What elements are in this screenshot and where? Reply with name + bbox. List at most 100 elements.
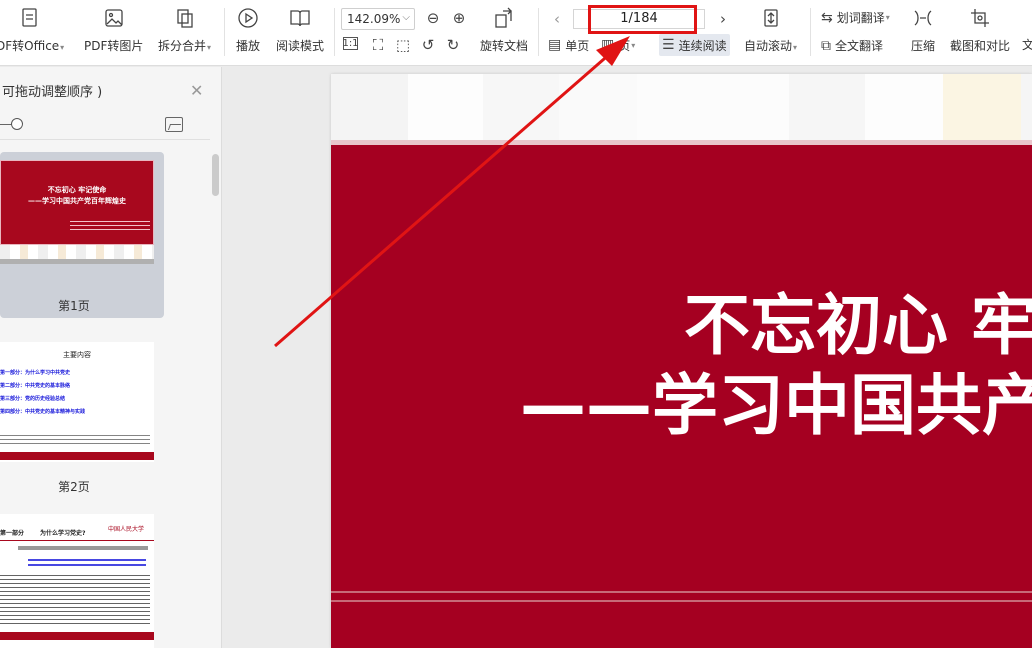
screenshot-compare-button[interactable]: 截图和对比: [950, 7, 1010, 53]
image-icon: [105, 9, 123, 27]
double-page-icon: ▥: [601, 37, 615, 53]
play-button[interactable]: 播放: [236, 7, 260, 53]
continuous-read-button[interactable]: ☰ 连续阅读: [659, 34, 730, 56]
auto-scroll-icon: [763, 9, 778, 27]
thumbnail-page-2[interactable]: 主要内容 第一部分：为什么学习中共党史 第二部分：中共党史的基本脉络 第三部分：…: [0, 334, 164, 498]
screenshot-compare-label: 截图和对比: [950, 39, 1011, 53]
thumbnail-bottom-bar: [0, 452, 154, 460]
close-icon[interactable]: ✕: [190, 81, 203, 100]
thumbnail-small-text: [70, 218, 150, 230]
rotate-doc-button[interactable]: 旋转文档: [480, 7, 528, 53]
divider: [538, 8, 539, 56]
chevron-down-icon: ▾: [793, 43, 798, 52]
thumbnail-item: 第二部分：中共党史的基本脉络: [0, 383, 71, 389]
read-mode-button[interactable]: 阅读模式: [276, 7, 324, 53]
thumbnail-title-1: 不忘初心 牢记使命: [47, 186, 107, 194]
double-page-label: 页: [618, 38, 631, 53]
thumbnail-heading-right: 为什么学习党史?: [40, 530, 86, 537]
fit-page-icon[interactable]: ⛶: [369, 36, 387, 54]
image-icon[interactable]: [165, 117, 183, 132]
single-page-icon: ▤: [548, 37, 562, 53]
zoom-out-icon[interactable]: ⊖: [424, 9, 442, 27]
auto-scroll-label: 自动滚动: [744, 39, 793, 53]
zoom-value: 142.09%: [347, 12, 401, 26]
header-tile: [865, 74, 943, 142]
thumbnail-item: 第四部分：中共党史的基本精神与实践: [0, 409, 86, 415]
pdf-to-office-button[interactable]: DF转Office▾: [0, 7, 64, 55]
chevron-down-icon: ▾: [207, 43, 212, 52]
thumbnail-image: 第一部分 为什么学习党史? 中国人民大学: [0, 514, 154, 648]
more-button[interactable]: 文: [1022, 38, 1032, 52]
thumbnail-label: 第2页: [58, 480, 90, 494]
double-page-button[interactable]: ▥ 页 ▾: [598, 34, 638, 56]
slide-bottom-stripe: [331, 591, 1032, 604]
compress-label: 压缩: [911, 39, 936, 53]
full-translate-icon: ⧉: [821, 37, 831, 54]
thumbnail-size-slider[interactable]: [11, 118, 23, 130]
pdf-to-image-button[interactable]: PDF转图片: [84, 7, 143, 53]
chevron-down-icon: ▾: [885, 13, 890, 22]
pdf-to-office-label: DF转Office: [0, 39, 60, 53]
fit-width-icon[interactable]: ⬚: [394, 36, 412, 54]
slide-title-line-2: ——学习中国共产: [520, 367, 1032, 444]
word-translate-label: 划词翻译: [836, 11, 885, 25]
thumbnail-label: 第1页: [58, 299, 90, 313]
single-page-label: 单页: [565, 38, 590, 53]
slide-title-line-1: 不忘初心 牢: [684, 287, 1032, 364]
thumbnail-logo: 中国人民大学: [108, 526, 145, 533]
thumbnail-pixel-strip: [0, 245, 154, 259]
header-tile: [637, 74, 789, 142]
thumbnail-highlight-text: [28, 556, 146, 566]
header-tile: [559, 74, 637, 142]
thumbnail-body-text: [0, 434, 150, 444]
thumbnail-item: 第一部分：为什么学习中共党史: [0, 370, 71, 376]
thumbnail-item: 第三部分：党的历史经验总结: [0, 396, 66, 402]
header-tile: [408, 74, 483, 142]
play-icon: [238, 8, 258, 28]
compress-icon: [914, 10, 932, 26]
thumbnail-page-1[interactable]: 不忘初心 牢记使命 ——学习中国共产党百年辉煌史 第1页: [0, 152, 164, 318]
chevron-down-icon: ▾: [631, 40, 636, 50]
thumbnail-heading-left: 第一部分: [0, 530, 25, 537]
rotate-doc-label: 旋转文档: [480, 39, 529, 53]
full-translate-button[interactable]: ⧉ 全文翻译: [821, 37, 883, 54]
chevron-down-icon: ⌵: [402, 12, 410, 23]
thumbnail-title-2: ——学习中国共产党百年辉煌史: [28, 197, 126, 205]
sidebar-scrollbar[interactable]: [212, 154, 219, 196]
divider: [224, 8, 225, 56]
prev-page-icon[interactable]: ‹: [548, 10, 566, 28]
thumbnail-body-text: [18, 546, 148, 550]
zoom-select[interactable]: 142.09% ⌵: [341, 8, 415, 30]
thumbnail-bottom-bar: [0, 259, 154, 264]
split-merge-button[interactable]: 拆分合并▾: [158, 7, 211, 55]
continuous-read-label: 连续阅读: [678, 38, 727, 53]
header-tile: [331, 74, 408, 142]
thumbnail-page-3[interactable]: 第一部分 为什么学习党史? 中国人民大学: [0, 511, 164, 648]
zoom-in-icon[interactable]: ⊕: [450, 9, 468, 27]
compress-button[interactable]: 压缩: [911, 7, 935, 53]
thumbnail-sidebar: 可拖动调整顺序 ) ✕ 不忘初心 牢记使命 ——学习中国共产党百年辉煌史 第1页…: [0, 67, 222, 648]
next-page-icon[interactable]: ›: [714, 10, 732, 28]
thumbnail-bottom-bar: [0, 632, 154, 640]
rotate-left-icon[interactable]: ↺: [419, 36, 437, 54]
rotate-right-icon[interactable]: ↻: [444, 36, 462, 54]
single-page-button[interactable]: ▤ 单页: [545, 34, 592, 56]
chevron-down-icon: ▾: [60, 43, 65, 52]
page-indicator-highlight: [588, 5, 697, 34]
sidebar-title: 可拖动调整顺序 ): [2, 85, 103, 100]
auto-scroll-button[interactable]: 自动滚动▾: [744, 7, 797, 55]
word-translate-button[interactable]: ⇆ 划词翻译 ▾: [821, 9, 890, 26]
actual-size-icon[interactable]: 1:1: [342, 37, 359, 50]
header-tile: [483, 74, 559, 142]
toolbar: DF转Office▾ PDF转图片 拆分合并▾ 播放 阅读模式 142.09% …: [0, 0, 1032, 66]
translate-icon: ⇆: [821, 9, 833, 26]
thumbnail-body-block: [0, 574, 150, 624]
document-page: 不忘初心 牢 ——学习中国共产: [331, 74, 1032, 648]
full-translate-label: 全文翻译: [835, 39, 884, 53]
header-tile: [943, 74, 1021, 142]
thumbnail-image: 主要内容 第一部分：为什么学习中共党史 第二部分：中共党史的基本脉络 第三部分：…: [0, 342, 154, 462]
screenshot-icon: [971, 9, 989, 27]
split-merge-label: 拆分合并: [158, 39, 207, 53]
book-icon: [290, 10, 310, 27]
split-merge-icon: [176, 9, 193, 28]
